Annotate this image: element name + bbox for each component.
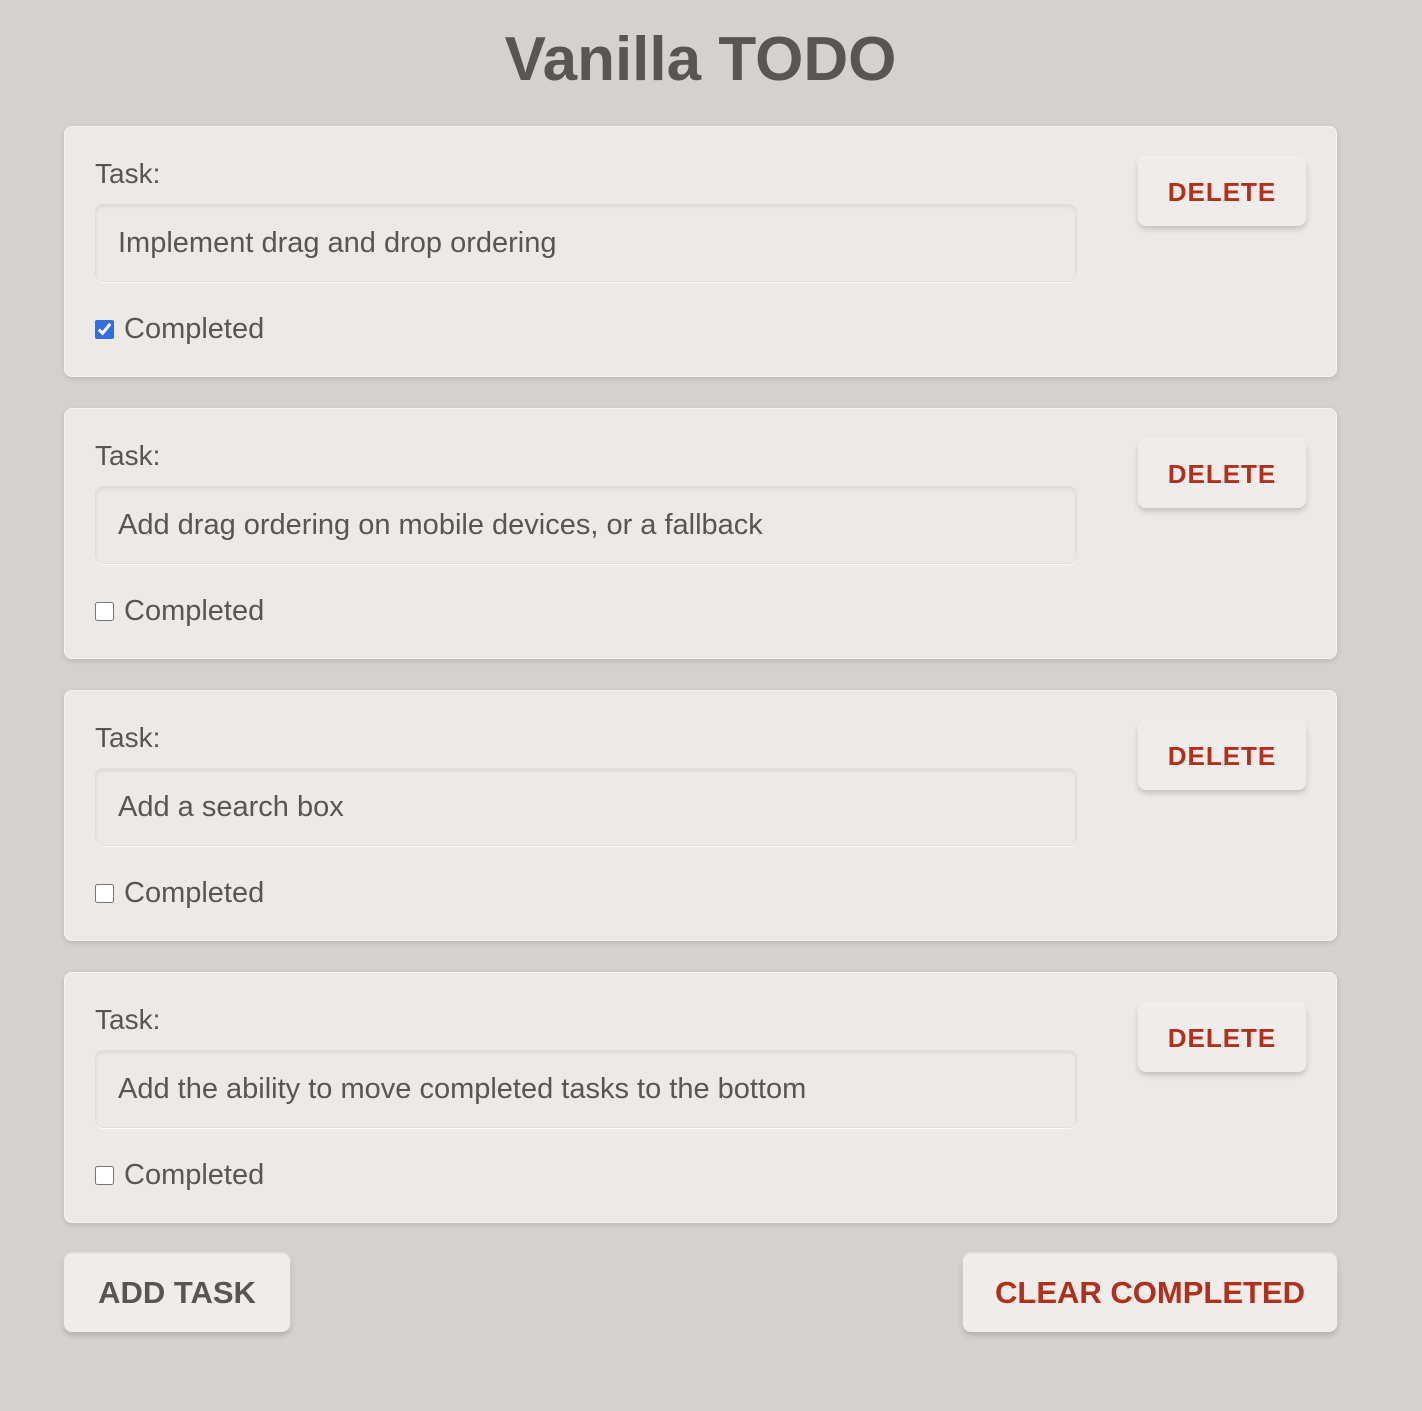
completed-checkbox[interactable] <box>95 319 114 339</box>
task-input[interactable] <box>95 204 1077 282</box>
task-card: Task: Completed DELETE <box>64 690 1337 941</box>
completed-toggle[interactable]: Completed <box>95 594 264 628</box>
completed-toggle[interactable]: Completed <box>95 876 264 910</box>
completed-label: Completed <box>124 313 265 345</box>
completed-label: Completed <box>124 1159 265 1191</box>
delete-button[interactable]: DELETE <box>1138 158 1306 226</box>
add-task-button[interactable]: ADD TASK <box>64 1254 290 1332</box>
completed-checkbox[interactable] <box>95 883 114 903</box>
task-input[interactable] <box>95 486 1077 564</box>
completed-toggle[interactable]: Completed <box>95 312 264 346</box>
task-list: Task: Completed DELETE Task: Completed D… <box>64 126 1337 1254</box>
completed-label: Completed <box>124 595 265 627</box>
completed-checkbox[interactable] <box>95 1165 114 1185</box>
task-label: Task: <box>95 1004 161 1035</box>
delete-button[interactable]: DELETE <box>1138 440 1306 508</box>
task-input[interactable] <box>95 1050 1077 1128</box>
task-card: Task: Completed DELETE <box>64 972 1337 1223</box>
task-card: Task: Completed DELETE <box>64 126 1337 377</box>
completed-label: Completed <box>124 877 265 909</box>
app-title: Vanilla TODO <box>504 25 897 94</box>
task-label: Task: <box>95 722 161 753</box>
completed-checkbox[interactable] <box>95 601 114 621</box>
clear-completed-button[interactable]: CLEAR COMPLETED <box>963 1254 1337 1332</box>
task-label: Task: <box>95 440 161 471</box>
delete-button[interactable]: DELETE <box>1138 722 1306 790</box>
task-card: Task: Completed DELETE <box>64 408 1337 659</box>
footer-actions: ADD TASK CLEAR COMPLETED <box>64 1254 1337 1332</box>
completed-toggle[interactable]: Completed <box>95 1158 264 1192</box>
task-input[interactable] <box>95 768 1077 846</box>
task-label: Task: <box>95 158 161 189</box>
delete-button[interactable]: DELETE <box>1138 1004 1306 1072</box>
